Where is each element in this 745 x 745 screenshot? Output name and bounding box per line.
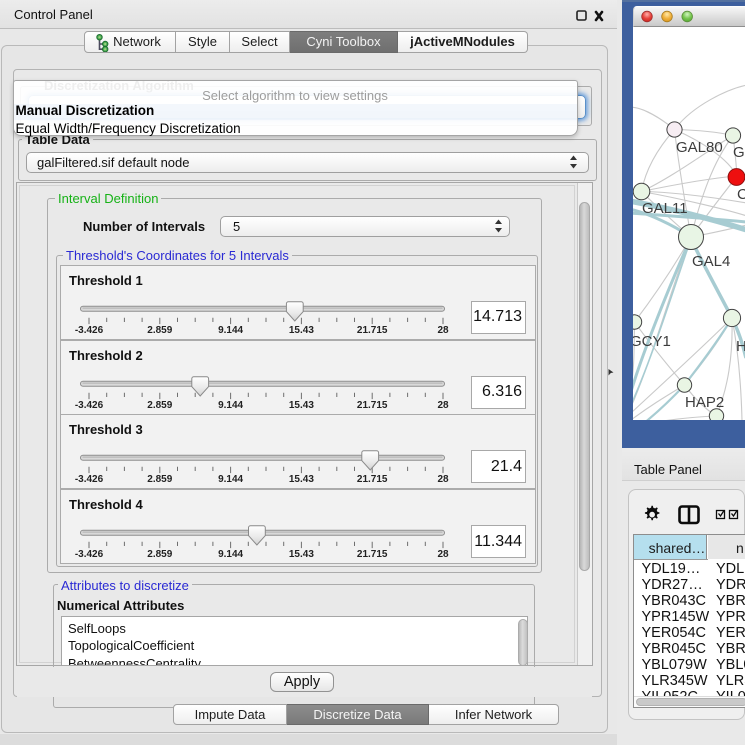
svg-text:G.: G. (733, 144, 745, 161)
svg-text:GAL11: GAL11 (642, 200, 688, 217)
svg-text:HAP2: HAP2 (685, 394, 724, 411)
svg-text:GCY1: GCY1 (633, 333, 671, 350)
svg-text:H: H (736, 338, 745, 355)
svg-text:GAL80: GAL80 (676, 139, 723, 156)
svg-text:C: C (737, 186, 745, 203)
svg-text:GAL4: GAL4 (692, 253, 730, 270)
